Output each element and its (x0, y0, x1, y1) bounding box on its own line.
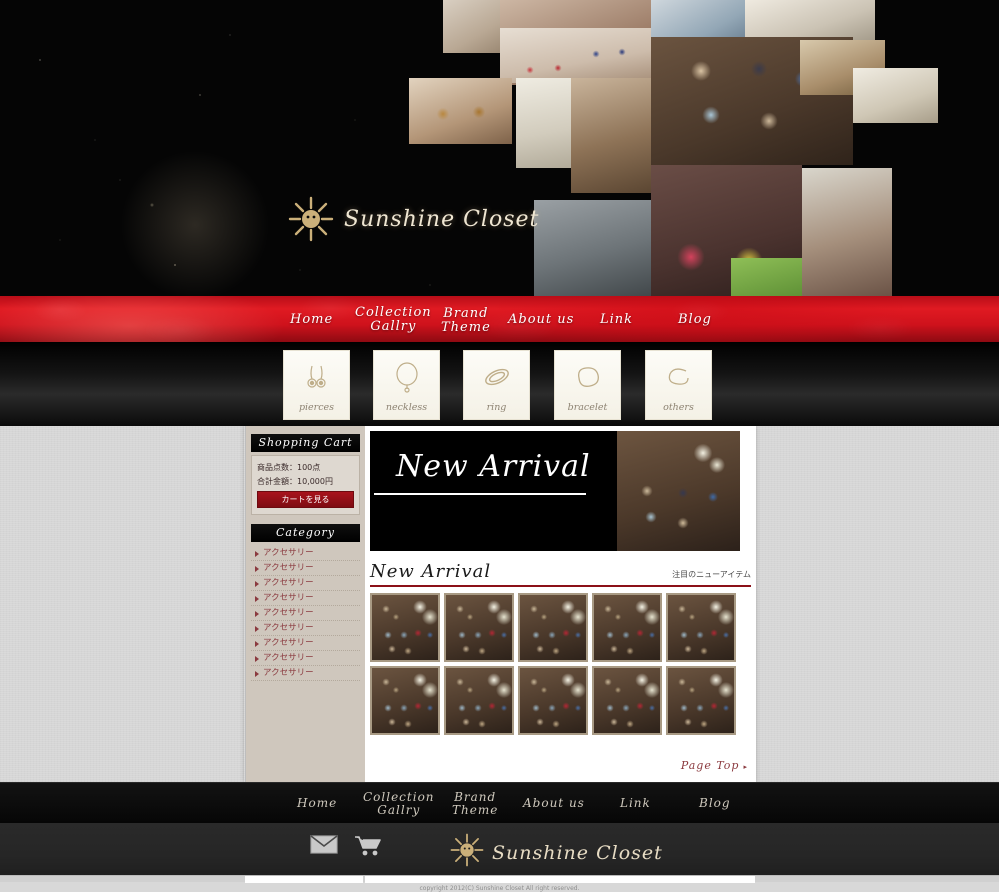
tile-pierces[interactable]: pierces (283, 350, 350, 420)
cart-summary-box: 商品点数：100点 合計金額：10,000円 カートを見る (251, 455, 360, 515)
product-card[interactable] (518, 666, 588, 735)
page-container: Shopping Cart 商品点数：100点 合計金額：10,000円 カート… (245, 426, 756, 782)
cart-item-count: 商品点数：100点 (257, 463, 321, 472)
tile-ring[interactable]: ring (463, 350, 530, 420)
mail-icon[interactable] (310, 835, 338, 861)
tile-label: bracelet (567, 402, 608, 413)
collage-photo (534, 200, 651, 296)
section-header: New Arrival 注目のニューアイテム (370, 561, 751, 587)
collage-photo (571, 78, 651, 193)
section-subtitle: 注目のニューアイテム (672, 570, 751, 579)
tile-others[interactable]: others (645, 350, 712, 420)
category-item[interactable]: アクセサリー (251, 636, 360, 651)
collage-photo (853, 68, 938, 123)
footer-item-about[interactable]: About us (523, 797, 585, 810)
footer-navigation: Home Collection Gallry Brand Theme About… (0, 782, 999, 823)
nav-item-link[interactable]: Link (600, 313, 633, 327)
shopping-cart-heading: Shopping Cart (251, 434, 360, 452)
nav-item-blog[interactable]: Blog (678, 313, 712, 327)
footer-icon-group (310, 835, 384, 861)
product-card[interactable] (666, 666, 736, 735)
brand-logo[interactable]: Sunshine Closet (288, 196, 539, 242)
product-card[interactable] (666, 593, 736, 662)
category-list: アクセサリー アクセサリー アクセサリー アクセサリー アクセサリー アクセサリ… (251, 546, 360, 681)
category-heading: Category (251, 524, 360, 542)
copyright-text: copyright 2012(C) Sunshine Closet All ri… (419, 885, 580, 892)
product-card[interactable] (444, 593, 514, 662)
others-icon (646, 351, 711, 402)
sun-face-icon (450, 833, 484, 872)
cart-icon[interactable] (354, 835, 384, 861)
category-item[interactable]: アクセサリー (251, 651, 360, 666)
category-tile-band: pierces neckless ring bracelet others (0, 342, 999, 426)
earrings-icon (284, 351, 349, 402)
footer-item-brand[interactable]: Brand Theme (452, 791, 498, 817)
brand-name: Sunshine Closet (344, 206, 540, 232)
sun-face-icon (288, 196, 334, 242)
collage-photo (500, 28, 651, 83)
product-card[interactable] (592, 666, 662, 735)
collage-photo (802, 168, 892, 296)
collage-photo (745, 0, 875, 42)
tile-label: others (663, 402, 694, 413)
product-card[interactable] (370, 593, 440, 662)
footer-brand-name: Sunshine Closet (492, 841, 663, 864)
nav-item-about[interactable]: About us (508, 313, 574, 327)
footer-main: Sunshine Closet copyright 2012(C) Sunshi… (0, 823, 999, 892)
footer: Home Collection Gallry Brand Theme About… (0, 782, 999, 892)
hero-header: Sunshine Closet (0, 0, 999, 296)
banner-photo (617, 431, 740, 551)
nav-list: Home Collection Gallry Brand Theme About… (0, 296, 999, 342)
product-grid (370, 593, 751, 735)
collage-photo (409, 78, 512, 144)
footer-item-home[interactable]: Home (297, 797, 337, 810)
view-cart-button[interactable]: カートを見る (257, 491, 354, 508)
cart-total: 合計金額：10,000円 (257, 477, 333, 486)
section-title: New Arrival (370, 561, 492, 582)
category-item[interactable]: アクセサリー (251, 606, 360, 621)
footer-item-link[interactable]: Link (620, 797, 651, 810)
collage-photo (516, 78, 574, 168)
tile-label: neckless (385, 402, 428, 413)
bracelet-icon (555, 351, 620, 402)
footer-item-blog[interactable]: Blog (699, 797, 731, 810)
category-item[interactable]: アクセサリー (251, 591, 360, 606)
banner-title: New Arrival (396, 449, 591, 484)
product-card[interactable] (444, 666, 514, 735)
footer-brand[interactable]: Sunshine Closet (450, 833, 663, 872)
tile-neckless[interactable]: neckless (373, 350, 440, 420)
star-glow (120, 150, 270, 296)
category-item[interactable]: アクセサリー (251, 576, 360, 591)
tile-bracelet[interactable]: bracelet (554, 350, 621, 420)
product-card[interactable] (370, 666, 440, 735)
tile-label: ring (486, 402, 507, 413)
banner-rule (374, 493, 586, 495)
main-navigation: Home Collection Gallry Brand Theme About… (0, 296, 999, 342)
tile-label: pierces (298, 402, 335, 413)
ring-icon (464, 351, 529, 402)
nav-item-home[interactable]: Home (290, 313, 333, 327)
sidebar: Shopping Cart 商品点数：100点 合計金額：10,000円 カート… (246, 426, 365, 782)
category-item[interactable]: アクセサリー (251, 561, 360, 576)
necklace-icon (374, 351, 439, 402)
nav-item-collection[interactable]: Collection Gallry (355, 306, 432, 334)
product-card[interactable] (518, 593, 588, 662)
footer-item-collection[interactable]: Collection Gallry (363, 791, 435, 817)
category-item[interactable]: アクセサリー (251, 546, 360, 561)
nav-item-brand[interactable]: Brand Theme (441, 307, 491, 335)
category-item[interactable]: アクセサリー (251, 666, 360, 681)
main-content: New Arrival New Arrival 注目のニューアイテム Page … (365, 426, 756, 782)
page-top-link[interactable]: Page Top (681, 759, 748, 772)
collage-photo (731, 258, 803, 296)
product-card[interactable] (592, 593, 662, 662)
bottom-strip (0, 875, 999, 883)
hero-banner: New Arrival (370, 431, 740, 551)
category-item[interactable]: アクセサリー (251, 621, 360, 636)
